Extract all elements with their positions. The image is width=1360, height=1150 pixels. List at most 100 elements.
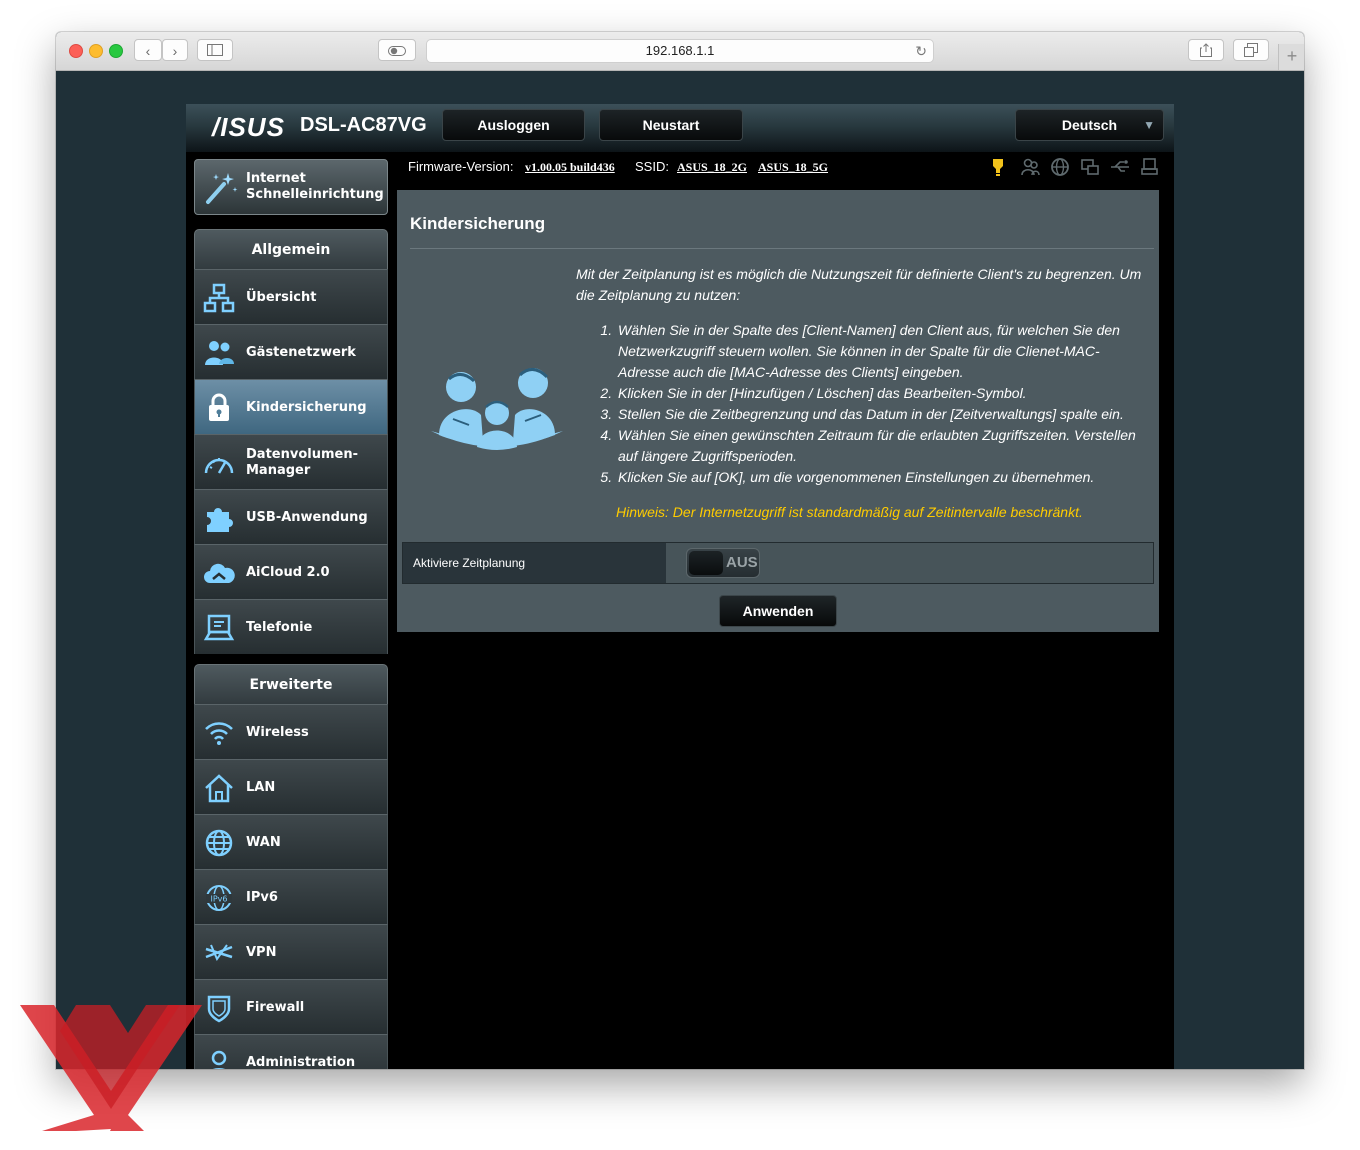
printer-icon[interactable] bbox=[1140, 157, 1160, 177]
step-item: Wählen Sie einen gewünschten Zeitraum fü… bbox=[616, 425, 1146, 467]
phone-icon bbox=[203, 614, 235, 641]
toggle-state: AUS bbox=[726, 554, 758, 571]
shield-icon bbox=[207, 995, 231, 1023]
title-divider bbox=[410, 248, 1154, 249]
advanced-section-title: Erweiterte Einstellungen bbox=[194, 664, 388, 733]
reboot-button[interactable]: Neustart bbox=[599, 109, 743, 141]
network-map-icon bbox=[203, 283, 235, 313]
minimize-window-button[interactable] bbox=[89, 44, 103, 58]
sidebar-item-ipv6[interactable]: IPv6 IPv6 bbox=[194, 869, 388, 924]
browser-window: ‹ › 192.168.1.1 ↻ + /ISUS DSL-AC87VG Aus… bbox=[56, 32, 1304, 1069]
xx-watermark-logo bbox=[20, 1005, 202, 1131]
sidebar-item-label: Gästenetzwerk bbox=[246, 344, 356, 360]
close-window-button[interactable] bbox=[69, 44, 83, 58]
asus-logo[interactable]: /ISUS bbox=[212, 112, 285, 143]
router-ui: /ISUS DSL-AC87VG Ausloggen Neustart Deut… bbox=[186, 104, 1174, 1069]
family-illustration-icon bbox=[431, 368, 563, 450]
sidebar-item-label: USB-Anwendung bbox=[246, 509, 368, 525]
back-button[interactable]: ‹ bbox=[134, 39, 162, 61]
sidebar-item-label: IPv6 bbox=[246, 889, 278, 905]
sidebar-item-telefonie[interactable]: Telefonie bbox=[194, 599, 388, 654]
parental-lock-icon bbox=[209, 393, 229, 421]
firmware-label: Firmware-Version: bbox=[408, 159, 514, 174]
sidebar-item-label: Telefonie bbox=[246, 619, 313, 635]
step-item: Klicken Sie in der [Hinzufügen / Löschen… bbox=[616, 383, 1146, 404]
sidebar-toggle-button[interactable] bbox=[197, 39, 233, 61]
sidebar-item-label: WAN bbox=[246, 834, 281, 850]
svg-text:IPv6: IPv6 bbox=[210, 895, 227, 904]
zoom-window-button[interactable] bbox=[109, 44, 123, 58]
ssid-label: SSID: bbox=[635, 159, 669, 174]
language-value: Deutsch bbox=[1061, 117, 1118, 133]
sidebar-item-administration[interactable]: Administration bbox=[194, 1034, 388, 1069]
status-bar: Firmware-Version: v1.00.05 build436 SSID… bbox=[408, 157, 1168, 185]
browser-toolbar: ‹ › 192.168.1.1 ↻ + bbox=[56, 32, 1304, 71]
apply-button[interactable]: Anwenden bbox=[719, 595, 837, 627]
forward-button[interactable]: › bbox=[162, 39, 188, 61]
parental-control-panel: Kindersicherung Mit der Zeitplanung ist … bbox=[397, 190, 1159, 632]
sidebar-item-label: Firewall bbox=[246, 999, 305, 1015]
model-name: DSL-AC87VG bbox=[300, 114, 427, 136]
schedule-toggle[interactable]: AUS bbox=[686, 548, 760, 578]
steps-list: Wählen Sie in der Spalte des [Client-Nam… bbox=[576, 320, 1146, 488]
tabs-icon bbox=[1244, 43, 1258, 57]
sidebar-item-wan[interactable]: WAN bbox=[194, 814, 388, 869]
home-icon bbox=[205, 774, 233, 803]
sidebar-item-gaestenetzwerk[interactable]: Gästenetzwerk bbox=[194, 324, 388, 379]
firmware-version-link[interactable]: v1.00.05 build436 bbox=[525, 160, 615, 175]
sidebar-item-vpn[interactable]: VPN bbox=[194, 924, 388, 979]
sidebar-item-firewall[interactable]: Firewall bbox=[194, 979, 388, 1034]
new-tab-button[interactable]: + bbox=[1278, 44, 1304, 70]
lightbulb-icon[interactable] bbox=[988, 157, 1008, 177]
sidebar-item-wireless[interactable]: Wireless bbox=[194, 704, 388, 759]
sidebar-item-label: Administration bbox=[246, 1054, 356, 1070]
quick-setup-button[interactable]: Internet Schnelleinrichtung bbox=[194, 159, 388, 215]
ssid-5g-link[interactable]: ASUS_18_5G bbox=[758, 160, 828, 175]
description: Mit der Zeitplanung ist es möglich die N… bbox=[576, 264, 1146, 523]
sidebar-item-label: Wireless bbox=[246, 724, 309, 740]
sidebar-item-kindersicherung[interactable]: Kindersicherung bbox=[194, 379, 388, 434]
reader-toggle-button[interactable] bbox=[378, 39, 416, 61]
share-button[interactable] bbox=[1188, 39, 1224, 61]
schedule-label: Aktiviere Zeitplanung bbox=[403, 543, 666, 583]
general-section-title: Allgemein bbox=[194, 229, 388, 269]
internet-status-icon[interactable] bbox=[1050, 157, 1070, 177]
sidebar-item-label: Übersicht bbox=[246, 289, 317, 305]
sidebar-icon bbox=[207, 44, 223, 56]
reload-icon[interactable]: ↻ bbox=[915, 40, 927, 62]
cloud-icon bbox=[204, 563, 235, 583]
schedule-setting-row: Aktiviere Zeitplanung AUS bbox=[402, 542, 1154, 584]
intro-text: Mit der Zeitplanung ist es möglich die N… bbox=[576, 266, 1142, 303]
clients-icon[interactable] bbox=[1020, 157, 1040, 177]
logout-button[interactable]: Ausloggen bbox=[442, 109, 585, 141]
address-bar[interactable]: 192.168.1.1 ↻ bbox=[426, 39, 934, 63]
tabs-overview-button[interactable] bbox=[1233, 39, 1269, 61]
sidebar-item-label: LAN bbox=[246, 779, 276, 795]
toggle-icon bbox=[388, 46, 406, 56]
quick-setup-line1: Internet bbox=[246, 171, 306, 186]
puzzle-icon bbox=[207, 508, 233, 532]
usb-icon[interactable] bbox=[1110, 157, 1130, 177]
globe-icon bbox=[205, 829, 233, 857]
ipv6-globe-icon: IPv6 bbox=[206, 885, 232, 911]
device-icon[interactable] bbox=[1080, 157, 1100, 177]
sidebar-item-label: Kindersicherung bbox=[246, 399, 367, 415]
toggle-knob bbox=[689, 551, 723, 575]
step-item: Stellen Sie die Zeitbegrenzung und das D… bbox=[616, 404, 1146, 425]
sidebar-item-aicloud[interactable]: AiCloud 2.0 bbox=[194, 544, 388, 599]
vpn-icon bbox=[205, 944, 233, 962]
sidebar-item-datenvolumen-manager[interactable]: Datenvolumen-Manager bbox=[194, 434, 388, 489]
sidebar-item-usb-anwendung[interactable]: USB-Anwendung bbox=[194, 489, 388, 544]
wifi-icon bbox=[205, 722, 233, 745]
hint-text: Hinweis: Der Internetzugriff ist standar… bbox=[616, 504, 1083, 520]
quick-setup-line2: Schnelleinrichtung bbox=[246, 187, 384, 202]
sidebar-item-uebersicht[interactable]: Übersicht bbox=[194, 269, 388, 324]
user-admin-icon bbox=[211, 1050, 227, 1069]
ssid-2g-link[interactable]: ASUS_18_2G bbox=[677, 160, 747, 175]
sidebar-item-lan[interactable]: LAN bbox=[194, 759, 388, 814]
step-item: Klicken Sie auf [OK], um die vorgenommen… bbox=[616, 467, 1146, 488]
traffic-gauge-icon bbox=[204, 458, 234, 474]
magic-wand-icon bbox=[206, 173, 238, 204]
step-item: Wählen Sie in der Spalte des [Client-Nam… bbox=[616, 320, 1146, 383]
language-select[interactable]: Deutsch ▼ bbox=[1015, 109, 1164, 141]
